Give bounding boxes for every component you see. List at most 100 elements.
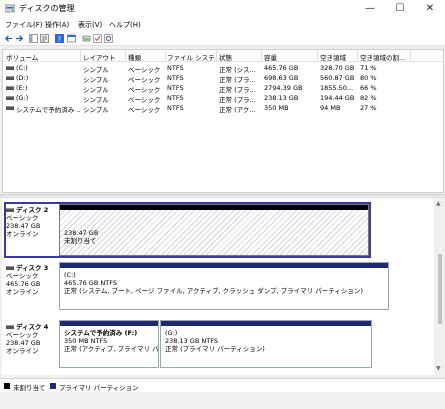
- svg-text:?: ?: [57, 36, 61, 44]
- legend-swatch-primary: [50, 383, 56, 389]
- menu-file[interactable]: ファイル(F): [5, 20, 43, 30]
- maximize-button[interactable]: ☐: [385, 0, 415, 18]
- disk-status: オンライン: [6, 230, 39, 238]
- menu-help[interactable]: ヘルプ(H): [109, 20, 141, 30]
- cell-capacity: 238.13 GB: [264, 94, 299, 102]
- partition-status: 未割り当て: [64, 237, 97, 245]
- disk-icon: [6, 266, 14, 270]
- checklist-icon[interactable]: [93, 34, 102, 43]
- volume-list-header: ボリューム レイアウト 種類 ファイル システム 状態 容量 空き領域 空き領域…: [3, 50, 443, 62]
- partition-label: システムで予約済み (F:): [64, 329, 138, 337]
- disk-management-icon: [5, 4, 15, 13]
- legend-label-primary: プライマリ パーティション: [59, 384, 139, 392]
- partition-status: 正常 (プライマリ パーティション): [165, 345, 265, 353]
- column-header-free-space[interactable]: 空き領域: [320, 52, 357, 62]
- pane-splitter[interactable]: [0, 194, 445, 198]
- back-arrow-icon[interactable]: [4, 34, 13, 43]
- volume-row-d[interactable]: (D:) シンプル ベーシック NTFS 正常 (プラ... 698.63 GB…: [3, 73, 443, 84]
- settings-icon[interactable]: [104, 34, 113, 43]
- partition-size: 238.13 GB NTFS: [165, 337, 218, 345]
- disk-size: 238.47 GB: [6, 222, 41, 230]
- menu-action[interactable]: 操作(A): [45, 20, 69, 30]
- cell-volume: (D:): [16, 74, 29, 82]
- vertical-scrollbar[interactable]: ▲ ▼: [435, 199, 445, 375]
- partition-status: 正常 (システム, ブート, ページ ファイル, アクティブ, クラッシュ ダン…: [64, 287, 363, 295]
- cell-free-space: 560.87 GB: [320, 74, 355, 82]
- disk-list-icon[interactable]: [67, 34, 76, 43]
- cell-capacity: 350 MB: [264, 104, 289, 112]
- connect-icon[interactable]: [82, 34, 91, 43]
- column-header-layout[interactable]: レイアウト: [83, 52, 125, 62]
- cell-free-space: 328.70 GB: [320, 64, 355, 72]
- cell-filesystem: NTFS: [167, 74, 184, 82]
- cell-free-space: 194.44 GB: [320, 94, 355, 102]
- menu-bar: ファイル(F) 操作(A) 表示(V) ヘルプ(H): [0, 18, 445, 32]
- legend-bar: 未割り当て プライマリ パーティション: [0, 378, 445, 392]
- disk-info-3[interactable]: ディスク 3 ベーシック 465.76 GB オンライン: [6, 264, 58, 296]
- scroll-thumb[interactable]: [438, 254, 442, 324]
- cell-volume: (G:): [16, 94, 29, 102]
- cell-free-percent: 82 %: [360, 94, 377, 102]
- column-header-free-percent[interactable]: 空き領域の割...: [360, 52, 410, 62]
- cell-free-percent: 71 %: [360, 64, 377, 72]
- cell-capacity: 698.63 GB: [264, 74, 299, 82]
- cell-free-percent: 27 %: [360, 104, 377, 112]
- title-bar: ディスクの管理 — ☐ ✕: [0, 0, 445, 18]
- cell-filesystem: NTFS: [167, 84, 184, 92]
- volume-row-system-reserved[interactable]: システムで予約済み ... シンプル ベーシック NTFS 正常 (アク... …: [3, 103, 443, 114]
- disk-size: 238.47 GB: [6, 339, 41, 347]
- disk-type: ベーシック: [6, 272, 39, 280]
- drive-icon: [6, 86, 14, 90]
- column-header-type[interactable]: 種類: [128, 52, 165, 62]
- volume-row-g[interactable]: (G:) シンプル ベーシック NTFS 正常 (プラ... 238.13 GB…: [3, 93, 443, 104]
- partition-label: (C:): [64, 271, 76, 279]
- help-icon[interactable]: ?: [55, 34, 64, 43]
- close-button[interactable]: ✕: [415, 0, 445, 18]
- volume-row-e[interactable]: (E:) シンプル ベーシック NTFS 正常 (プラ... 2794.39 G…: [3, 83, 443, 94]
- cell-filesystem: NTFS: [167, 104, 184, 112]
- menu-view[interactable]: 表示(V): [78, 20, 102, 30]
- partition-f[interactable]: システムで予約済み (F:) 350 MB NTFS 正常 (アクティブ, プラ…: [59, 320, 159, 368]
- legend-swatch-unallocated: [4, 383, 10, 389]
- window-title: ディスクの管理: [19, 4, 75, 13]
- disk-status: オンライン: [6, 347, 39, 355]
- partition-c[interactable]: (C:) 465.76 GB NTFS 正常 (システム, ブート, ページ フ…: [59, 262, 389, 310]
- cell-free-space: 94 MB: [320, 104, 341, 112]
- disk-type: ベーシック: [6, 214, 39, 222]
- console-tree-icon[interactable]: [29, 34, 38, 43]
- drive-icon: [6, 66, 14, 70]
- partition-size: 238.47 GB: [64, 229, 99, 237]
- partition-g[interactable]: (G:) 238.13 GB NTFS 正常 (プライマリ パーティション): [160, 320, 372, 368]
- scroll-up-icon[interactable]: ▲: [436, 200, 441, 207]
- status-bar: [0, 392, 445, 409]
- cell-free-percent: 80 %: [360, 74, 377, 82]
- cell-free-space: 1855.50...: [320, 84, 354, 92]
- disk-icon: [6, 208, 14, 212]
- cell-volume: システムで予約済み ...: [16, 106, 81, 114]
- column-header-status[interactable]: 状態: [219, 52, 259, 62]
- disk-info-4[interactable]: ディスク 4 ベーシック 238.47 GB オンライン: [6, 323, 58, 355]
- column-header-volume[interactable]: ボリューム: [6, 52, 76, 62]
- minimize-button[interactable]: —: [355, 0, 385, 18]
- forward-arrow-icon[interactable]: [15, 34, 24, 43]
- partition-status: 正常 (アクティブ, プライマリ パーテ: [64, 345, 158, 353]
- drive-icon: [6, 96, 14, 100]
- scroll-down-icon[interactable]: ▼: [436, 365, 441, 372]
- disk-info-2[interactable]: ディスク 2 ベーシック 238.47 GB オンライン: [6, 206, 58, 238]
- disk-status: オンライン: [6, 288, 39, 296]
- cell-filesystem: NTFS: [167, 64, 184, 72]
- cell-volume: (C:): [16, 64, 28, 72]
- cell-free-percent: 66 %: [360, 84, 377, 92]
- volume-row-c[interactable]: (C:) シンプル ベーシック NTFS 正常 (シス... 465.76 GB…: [3, 63, 443, 74]
- properties-icon[interactable]: [40, 34, 49, 43]
- column-header-filesystem[interactable]: ファイル システム: [167, 52, 215, 62]
- partition-unallocated[interactable]: 238.47 GB 未割り当て: [59, 204, 369, 256]
- disk-name: ディスク 2: [16, 206, 49, 214]
- column-header-capacity[interactable]: 容量: [264, 52, 314, 62]
- disk-name: ディスク 4: [16, 323, 49, 331]
- disk-size: 465.76 GB: [6, 280, 41, 288]
- legend-label-unallocated: 未割り当て: [13, 384, 46, 392]
- volume-list: ボリューム レイアウト 種類 ファイル システム 状態 容量 空き領域 空き領域…: [2, 49, 444, 193]
- disk-map-panel: ディスク 2 ベーシック 238.47 GB オンライン 238.47 GB 未…: [2, 199, 434, 375]
- drive-icon: [6, 76, 14, 80]
